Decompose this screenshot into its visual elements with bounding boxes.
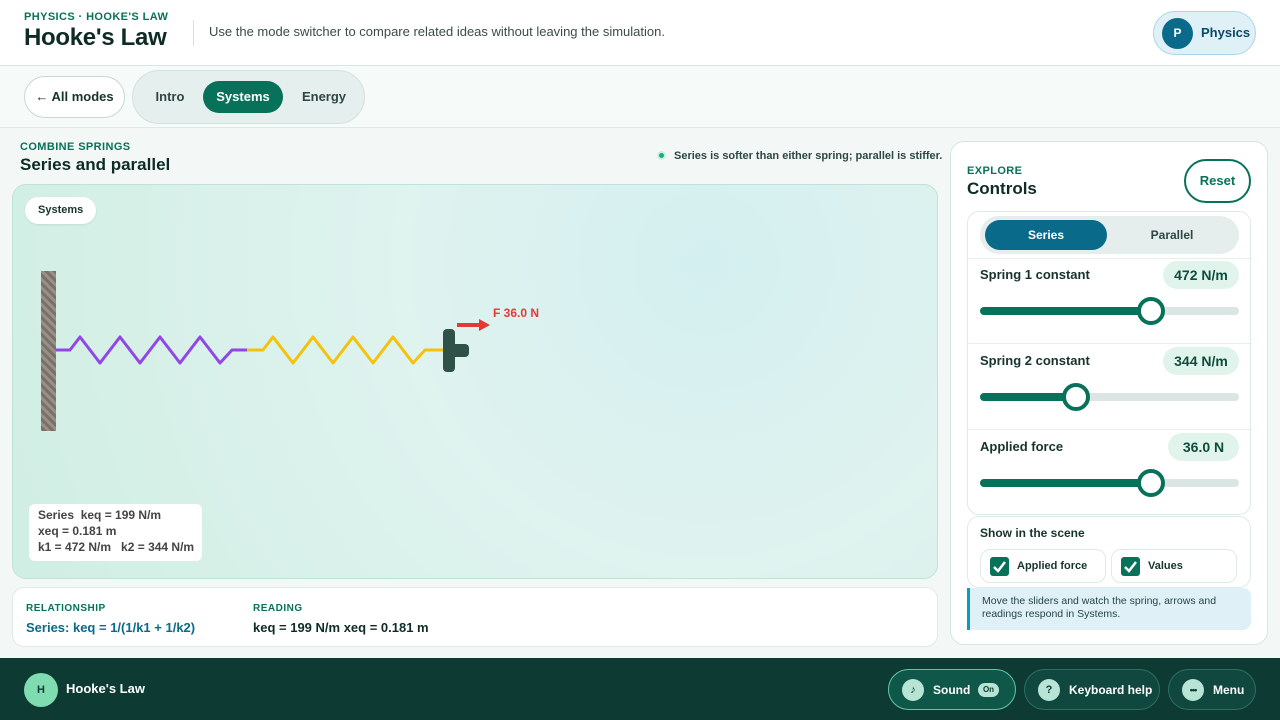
menu-button[interactable]: ••• Menu [1168,669,1256,710]
readout-line-1: Series keq = 199 N/m [38,508,162,522]
sound-on-badge: On [978,683,999,697]
controls-eyebrow: EXPLORE [967,165,1023,177]
keyboard-help-button[interactable]: ? Keyboard help [1024,669,1160,710]
app-avatar: H [24,673,58,707]
spring1-slider-thumb[interactable] [1136,297,1165,325]
subject-chip[interactable]: P Physics [1153,11,1256,55]
hint-label: Series is softer than either spring; par… [674,150,943,162]
force-slider-thumb[interactable] [1136,469,1165,497]
spring-2 [247,335,444,365]
divider [968,258,1252,259]
check-icon [990,557,1009,576]
tab-energy[interactable]: Energy [289,81,359,113]
force-control-label: Applied force [980,439,1064,454]
spring1-label: Spring 1 constant [980,267,1090,282]
parallel-button[interactable]: Parallel [1111,220,1233,250]
mode-bar: ← All modes Intro Systems Energy [0,66,1280,128]
spring1-value: 472 N/m [1163,261,1239,289]
applied-force-check-label: Applied force [1017,560,1088,572]
menu-label: Menu [1213,683,1245,697]
app-footer: H Hooke's Law ♪ Sound On ? Keyboard help… [0,658,1280,720]
series-parallel-switch: Series Parallel [980,216,1239,254]
mode-switcher: Intro Systems Energy [132,70,365,124]
tab-systems[interactable]: Systems [203,81,283,113]
controls-card: Series Parallel Spring 1 constant 472 N/… [967,211,1252,515]
subject-label: Physics [1201,25,1251,40]
hint-text: Series is softer than either spring; par… [657,150,942,162]
divider [968,343,1252,344]
all-modes-button[interactable]: ← All modes [24,76,125,118]
reset-button[interactable]: Reset [1184,159,1251,203]
wall [41,271,56,431]
scene-mode-tag: Systems [25,197,97,224]
divider [968,429,1252,430]
question-icon: ? [1038,679,1060,701]
check-icon [1121,557,1140,576]
relationship-label: RELATIONSHIP [26,603,106,614]
spring2-label: Spring 2 constant [980,353,1090,368]
spring2-slider-thumb[interactable] [1061,383,1090,411]
simulation-scene[interactable]: F 36.0 N Systems Series keq = 199 N/m xe… [12,184,938,579]
force-value: 36.0 N [1168,433,1239,461]
footer-title: Hooke's Law [66,681,145,696]
show-in-scene-card: Show in the scene Applied force Values [967,516,1251,588]
spring-1 [56,335,247,365]
spring2-value: 344 N/m [1163,347,1239,375]
controls-title: Controls [967,179,1037,198]
header-eyebrow: PHYSICS · HOOKE'S LAW [24,11,169,23]
spring1-slider-fill [980,307,1151,315]
force-arrow-head [479,319,490,331]
header-subtitle: Use the mode switcher to compare related… [209,24,665,39]
header-divider [193,20,194,46]
readout-line-3: k1 = 472 N/m k2 = 344 N/m [38,540,195,554]
force-slider[interactable] [980,469,1239,497]
hint-dot-icon [657,151,666,160]
section-eyebrow: COMBINE SPRINGS [20,141,131,153]
app-title: Hooke's Law [24,24,167,51]
keyboard-help-label: Keyboard help [1069,683,1153,697]
spring2-slider[interactable] [980,383,1239,411]
reading-value: keq = 199 N/m xeq = 0.181 m [253,620,429,635]
tab-intro[interactable]: Intro [142,81,198,113]
reading-label: READING [253,603,303,614]
value-readout: Series keq = 199 N/m xeq = 0.181 m k1 = … [29,504,202,561]
subject-avatar: P [1162,18,1193,49]
show-title: Show in the scene [980,526,1085,540]
relationship-bar: RELATIONSHIP Series: keq = 1/(1/k1 + 1/k… [12,587,938,647]
force-slider-fill [980,479,1151,487]
values-check-label: Values [1148,560,1183,572]
help-note: Move the sliders and watch the spring, a… [967,588,1251,630]
relationship-formula: Series: keq = 1/(1/k1 + 1/k2) [26,620,196,635]
app-header: PHYSICS · HOOKE'S LAW Hooke's Law Use th… [0,0,1280,66]
more-dots-icon: ••• [1182,679,1204,701]
music-note-icon: ♪ [902,679,924,701]
sound-toggle-button[interactable]: ♪ Sound On [888,669,1016,710]
block-handle-bar [443,344,469,357]
series-button[interactable]: Series [985,220,1107,250]
readout-line-2: xeq = 0.181 m [38,524,117,538]
controls-panel: EXPLORE Controls Reset Series Parallel S… [950,141,1268,645]
section-title: Series and parallel [20,155,171,174]
applied-force-checkbox[interactable]: Applied force [980,549,1106,583]
sound-label: Sound [933,683,971,697]
values-checkbox[interactable]: Values [1111,549,1237,583]
force-label: F 36.0 N [493,306,539,320]
spring1-slider[interactable] [980,297,1239,325]
